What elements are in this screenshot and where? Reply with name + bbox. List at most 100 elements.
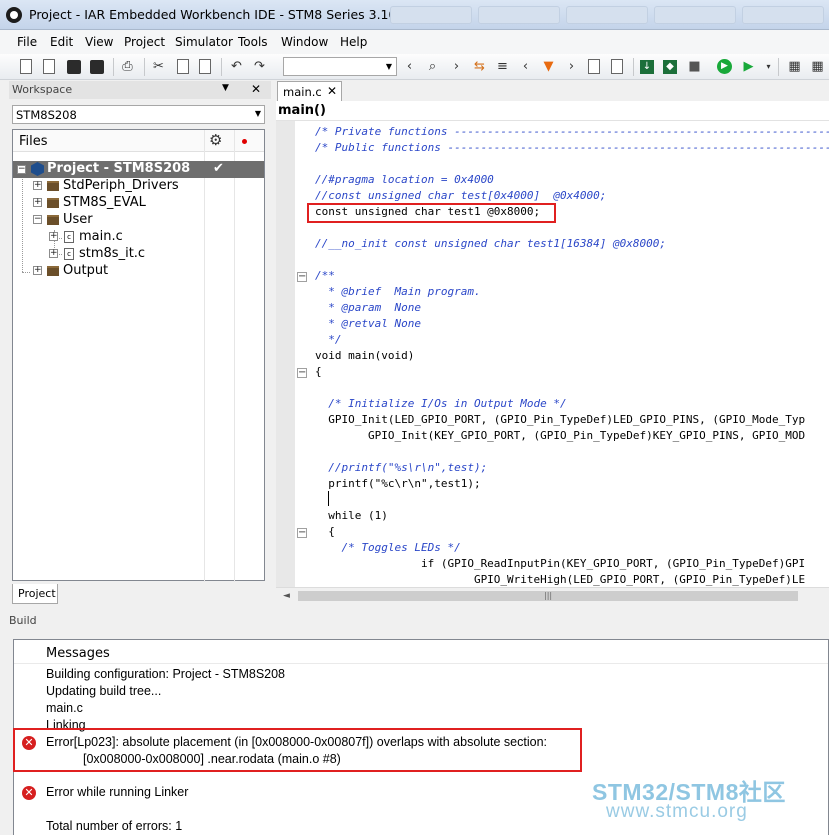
chevron-down-icon[interactable]: ▼	[382, 58, 396, 75]
tree-item-stm8s-eval[interactable]: + STM8S_EVAL	[13, 195, 264, 212]
code-line[interactable]: //const unsigned char test[0x4000] @0x40…	[315, 188, 606, 204]
download-debug-icon[interactable]: ▶	[717, 59, 732, 74]
scrollbar-thumb[interactable]: |||	[298, 591, 798, 601]
code-line[interactable]: //printf("%s\r\n",test);	[315, 460, 487, 476]
cut-icon[interactable]: ✂	[150, 58, 167, 75]
code-line[interactable]: /* Initialize I/Os in Output Mode */	[315, 396, 566, 412]
navigate-backward-icon[interactable]	[588, 59, 600, 74]
background-window-tab[interactable]	[566, 6, 648, 24]
prev-bookmark-icon[interactable]: ‹	[517, 58, 534, 75]
window-layout-icon[interactable]: ▦	[809, 58, 826, 75]
menu-simulator[interactable]: Simulator	[175, 35, 233, 49]
menu-window[interactable]: Window	[281, 35, 328, 49]
code-line[interactable]: /* Private functions -------------------…	[315, 124, 829, 140]
find-icon[interactable]: ⌕	[424, 58, 441, 75]
collapse-icon[interactable]: −	[17, 165, 26, 174]
collapse-icon[interactable]: −	[33, 215, 42, 224]
build-summary[interactable]: Total number of errors: 1	[46, 819, 182, 833]
configuration-select[interactable]: STM8S208 ▼	[12, 105, 265, 124]
close-icon[interactable]: ✕	[251, 82, 261, 96]
toggle-bookmark-icon[interactable]: ▼	[540, 58, 557, 75]
code-line[interactable]: * @retval None	[315, 316, 421, 332]
layout-icon[interactable]: ▦	[786, 58, 803, 75]
horizontal-scrollbar[interactable]: ◄ |||	[276, 587, 829, 604]
code-line[interactable]: GPIO_WriteHigh(LED_GPIO_PORT, (GPIO_Pin_…	[315, 572, 805, 587]
gear-icon[interactable]: ⚙	[209, 131, 222, 149]
code-line[interactable]: //__no_init const unsigned char test1[16…	[315, 236, 666, 252]
code-line[interactable]: if (GPIO_ReadInputPin(KEY_GPIO_PORT, (GP…	[315, 556, 805, 572]
tree-item-stm8s-it-c[interactable]: + c stm8s_it.c	[13, 246, 264, 263]
forward-icon[interactable]: ›	[448, 58, 465, 75]
find-combo[interactable]: ▼	[283, 57, 397, 76]
code-line[interactable]: /**	[315, 268, 335, 284]
tree-item-main-c[interactable]: + c main.c	[13, 229, 264, 246]
menu-file[interactable]: File	[17, 35, 37, 49]
expand-icon[interactable]: +	[49, 232, 58, 241]
expand-icon[interactable]: +	[33, 266, 42, 275]
close-icon[interactable]: ✕	[327, 84, 337, 98]
code-line[interactable]: * @param None	[315, 300, 421, 316]
build-message[interactable]: main.c	[46, 701, 83, 715]
background-window-tab[interactable]	[742, 6, 824, 24]
chevron-down-icon[interactable]: ▼	[255, 109, 261, 118]
background-window-tab[interactable]	[478, 6, 560, 24]
code-line[interactable]: /* Toggles LEDs */	[315, 540, 460, 556]
tab-main-c[interactable]: main.c ✕	[277, 81, 342, 102]
fold-toggle-icon[interactable]: −	[297, 368, 307, 378]
code-line[interactable]: {	[315, 524, 335, 540]
background-window-tab[interactable]	[390, 6, 472, 24]
tree-item-output[interactable]: + Output	[13, 263, 264, 280]
copy-icon[interactable]	[177, 59, 189, 74]
build-message[interactable]: Building configuration: Project - STM8S2…	[46, 667, 285, 681]
print-icon[interactable]: ⎙	[119, 58, 136, 75]
build-error-message[interactable]: Error while running Linker	[46, 785, 188, 799]
code-line[interactable]: //#pragma location = 0x4000	[315, 172, 494, 188]
debug-without-download-icon[interactable]: ▶	[740, 58, 757, 75]
build-message[interactable]: Updating build tree...	[46, 684, 161, 698]
code-line[interactable]: * @brief Main program.	[315, 284, 480, 300]
tree-item-user[interactable]: − User	[13, 212, 264, 229]
navigate-forward-icon[interactable]	[611, 59, 623, 74]
background-window-tab[interactable]	[654, 6, 736, 24]
new-workspace-icon[interactable]	[43, 59, 55, 74]
back-icon[interactable]: ‹	[401, 58, 418, 75]
code-editor[interactable]: − − − /* Private functions -------------…	[276, 121, 829, 587]
function-navigator[interactable]: main()	[276, 101, 829, 121]
redo-icon[interactable]: ↷	[251, 58, 268, 75]
menu-help[interactable]: Help	[340, 35, 367, 49]
code-line[interactable]: void main(void)	[315, 348, 414, 364]
menu-view[interactable]: View	[85, 35, 113, 49]
fold-toggle-icon[interactable]: −	[297, 272, 307, 282]
code-line[interactable]: printf("%c\r\n",test1);	[315, 476, 480, 492]
new-file-icon[interactable]	[20, 59, 32, 74]
code-line[interactable]: GPIO_Init(LED_GPIO_PORT, (GPIO_Pin_TypeD…	[315, 412, 805, 428]
menu-edit[interactable]: Edit	[50, 35, 73, 49]
code-line[interactable]: {	[315, 364, 322, 380]
fold-toggle-icon[interactable]: −	[297, 528, 307, 538]
paste-icon[interactable]	[199, 59, 211, 74]
replace-icon[interactable]: ⇆	[471, 58, 488, 75]
expand-icon[interactable]: +	[33, 181, 42, 190]
code-line[interactable]: /* Public functions --------------------…	[315, 140, 829, 156]
goto-line-icon[interactable]: ≡	[494, 58, 511, 75]
pin-icon[interactable]: ▼	[222, 83, 229, 93]
compile-icon[interactable]: ↓	[640, 60, 654, 74]
expand-icon[interactable]: +	[49, 249, 58, 258]
menu-tools[interactable]: Tools	[238, 35, 268, 49]
make-icon[interactable]: ◆	[663, 60, 677, 74]
next-bookmark-icon[interactable]: ›	[563, 58, 580, 75]
stop-build-icon[interactable]: ■	[686, 58, 703, 75]
toolbar-overflow-icon[interactable]: ▾	[760, 58, 777, 75]
code-line[interactable]: */	[315, 332, 341, 348]
breakpoint-gutter[interactable]	[276, 121, 295, 587]
expand-icon[interactable]: +	[33, 198, 42, 207]
save-icon[interactable]	[67, 60, 81, 74]
tab-project[interactable]: Project	[12, 584, 58, 604]
save-all-icon[interactable]	[90, 60, 104, 74]
code-line[interactable]: while (1)	[315, 508, 388, 524]
undo-icon[interactable]: ↶	[228, 58, 245, 75]
code-line[interactable]: GPIO_Init(KEY_GPIO_PORT, (GPIO_Pin_TypeD…	[315, 428, 805, 444]
scroll-left-icon[interactable]: ◄	[283, 591, 290, 601]
tree-item-stdperiph-drivers[interactable]: + StdPeriph_Drivers	[13, 178, 264, 195]
tree-item-project[interactable]: − Project - STM8S208 ✔	[13, 161, 264, 178]
